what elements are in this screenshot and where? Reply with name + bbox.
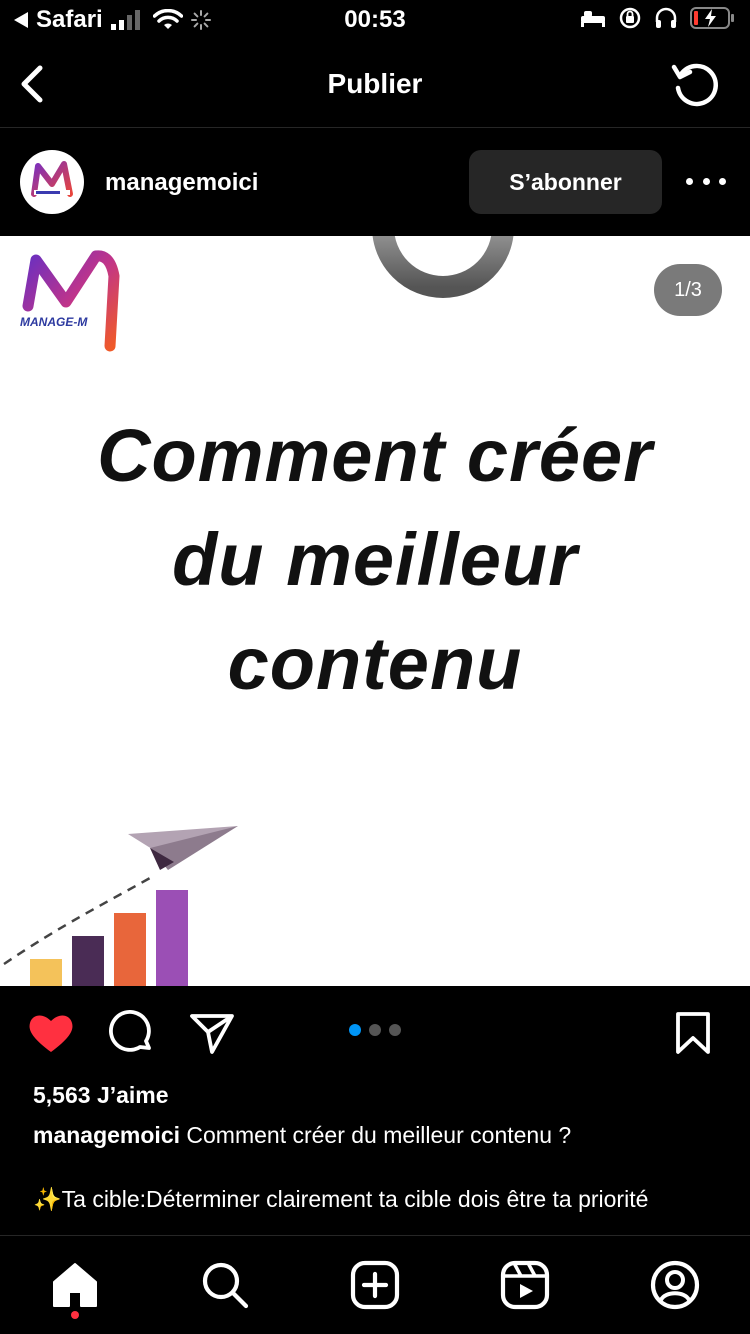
post-username[interactable]: managemoici [105,169,258,197]
post-image[interactable]: MANAGE-M 1/3 Comment créer du meilleur c… [0,236,750,986]
caption-body: ✨Ta cible:Déterminer clairement ta cible… [33,1186,649,1212]
image-headline: Comment créer du meilleur contenu [0,404,750,716]
search-icon[interactable] [200,1260,250,1310]
comment-icon[interactable] [109,1010,155,1056]
carousel-dot [389,1024,401,1036]
orientation-lock-icon [619,7,641,29]
growth-chart-illustration [3,826,238,986]
reels-icon[interactable] [500,1260,550,1310]
paper-plane-icon[interactable] [189,1010,235,1056]
status-right-icons [580,6,736,30]
nav-bar: Publier [0,40,750,128]
logo-text: MANAGE-M [20,315,88,329]
bottom-tab-bar [0,1235,750,1334]
more-options-icon[interactable] [686,169,726,193]
headline-line: du meilleur [172,518,578,601]
carousel-dots [349,1024,401,1036]
follow-button[interactable]: S’abonner [469,150,662,214]
caption-username[interactable]: managemoici [33,1122,180,1148]
notification-dot [71,1311,79,1319]
headline-line: contenu [227,622,523,705]
caption-text: Comment créer du meilleur contenu ? [186,1122,572,1148]
post-header: managemoici S’abonner [0,129,750,236]
profile-icon[interactable] [650,1260,700,1310]
decorative-ring [372,236,514,298]
avatar[interactable] [20,150,84,214]
post-actions [0,986,750,1078]
manage-moi-logo: MANAGE-M [20,250,120,352]
page-title: Publier [327,68,423,99]
post-caption: managemoici Comment créer du meilleur co… [33,1122,733,1149]
carousel-counter-badge: 1/3 [654,264,722,316]
more-dot [719,177,726,185]
bookmark-icon[interactable] [670,1010,716,1056]
more-dot [686,177,693,185]
likes-count[interactable]: 5,563 J’aime [33,1082,169,1109]
status-bar: Safari 00:53 [0,0,750,40]
headphones-icon [655,7,677,28]
brand-logo-icon [31,161,73,197]
battery-charging-icon [690,7,734,29]
add-post-icon[interactable] [350,1260,400,1310]
refresh-icon[interactable] [670,58,720,108]
heart-icon[interactable] [28,1010,74,1056]
home-icon[interactable] [50,1260,100,1310]
sleep-bed-icon [581,11,605,27]
carousel-dot-active [349,1024,361,1036]
more-dot [702,177,710,185]
carousel-dot [369,1024,381,1036]
headline-line: Comment créer [97,414,653,497]
